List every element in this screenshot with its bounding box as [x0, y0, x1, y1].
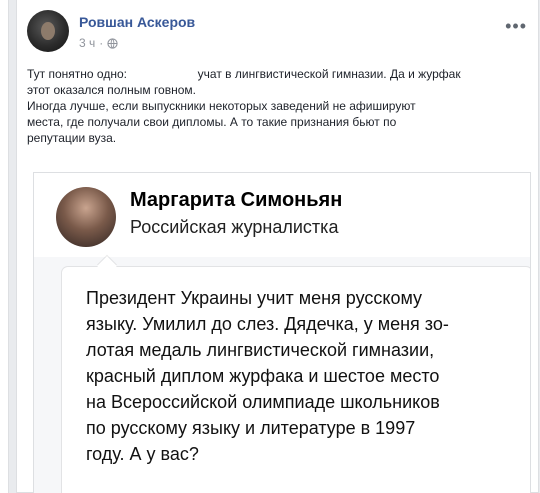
post-header: Ровшан Аскеров 3 ч · •••	[27, 10, 527, 60]
post-line: места, где получали свои дипломы. А то т…	[27, 115, 397, 129]
post-body: Тут понятно одно: учат в лингвистической…	[27, 66, 527, 146]
quote-line: Президент Украины учит меня русскому	[86, 288, 423, 308]
post-line: Иногда лучше, если выпускники некоторых …	[27, 99, 416, 113]
quote-line: языку. Умилил до слез. Дядечка, у меня з…	[86, 314, 449, 334]
quote-line: году. А у вас?	[86, 444, 199, 464]
post-meta: 3 ч ·	[79, 36, 118, 50]
post-line: этот оказался полным говном.	[27, 83, 196, 97]
quote-line: на Всероссийской олимпиаде школьников	[86, 392, 440, 412]
post-text-segment: учат в лингвистической гимназии. Да и жу…	[197, 67, 461, 81]
globe-icon[interactable]	[107, 37, 118, 49]
more-icon[interactable]: •••	[505, 16, 527, 37]
meta-separator: ·	[99, 36, 104, 50]
author-name[interactable]: Ровшан Аскеров	[79, 14, 195, 30]
shared-quote-image[interactable]: Маргарита Симоньян Российская журналистк…	[33, 172, 531, 493]
facebook-post: Ровшан Аскеров 3 ч · ••• Тут понятно одн…	[16, 0, 539, 493]
quote-author-name: Маргарита Симоньян	[130, 189, 343, 211]
quote-text: Президент Украины учит меня русскому язы…	[62, 285, 530, 467]
quote-line: по русскому языку и литературе в 1997	[86, 418, 416, 438]
quote-author-header: Маргарита Симоньян Российская журналистк…	[34, 173, 530, 257]
quote-author-photo	[56, 187, 116, 247]
post-line: репутации вуза.	[27, 131, 117, 145]
post-timestamp[interactable]: 3 ч	[79, 36, 95, 50]
avatar-face	[41, 22, 55, 40]
quote-bubble: Президент Украины учит меня русскому язы…	[62, 267, 530, 493]
post-line: Тут понятно одно: учат в лингвистической…	[27, 66, 527, 82]
left-sidebar-edge	[0, 0, 9, 493]
author-avatar[interactable]	[27, 10, 69, 52]
quote-line: лотая медаль лингвистической гимназии,	[86, 340, 435, 360]
redacted-block	[130, 67, 195, 79]
quote-author-role: Российская журналистка	[130, 217, 339, 237]
quote-line: красный диплом журфака и шестое место	[86, 366, 440, 386]
post-text-segment: Тут понятно одно:	[27, 67, 127, 81]
